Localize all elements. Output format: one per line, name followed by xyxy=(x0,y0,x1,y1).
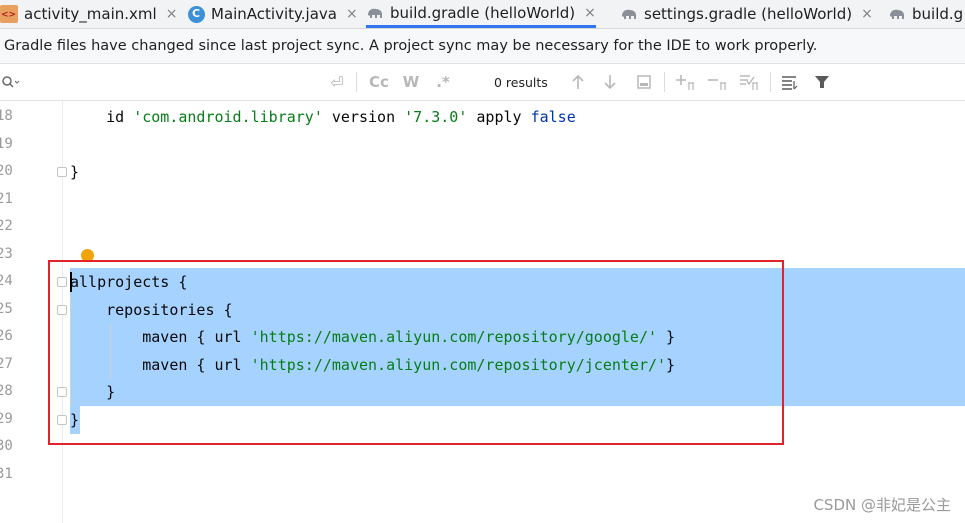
tab-label: settings.gradle (helloWorld) xyxy=(644,5,853,23)
code-line-20: } xyxy=(70,163,80,181)
filter-icon[interactable] xyxy=(810,64,834,100)
line-number: 22 xyxy=(0,218,13,234)
line-number: 30 xyxy=(0,438,13,454)
search-icon[interactable] xyxy=(0,64,22,100)
close-icon[interactable]: × xyxy=(584,5,596,21)
gradle-elephant-icon xyxy=(366,4,384,22)
match-case-button[interactable]: Cc xyxy=(366,64,392,100)
sort-icon[interactable] xyxy=(778,64,802,100)
line-number: 21 xyxy=(0,191,13,207)
watermark-text: CSDN @非妃是公主 xyxy=(813,496,951,514)
notification-text: Gradle files have changed since last pro… xyxy=(4,38,818,54)
line-number: 18 xyxy=(0,108,13,124)
tab-build-gradle-2[interactable]: build.g xyxy=(888,0,963,28)
down-arrow-icon[interactable] xyxy=(598,64,622,100)
line-number: 29 xyxy=(0,411,13,427)
add-occurrence-icon[interactable] xyxy=(672,64,698,100)
java-class-icon xyxy=(188,5,205,23)
search-input[interactable] xyxy=(24,64,324,100)
close-icon[interactable]: × xyxy=(346,6,358,22)
words-button[interactable]: W xyxy=(398,64,424,100)
code-line-18: id 'com.android.library' version '7.3.0'… xyxy=(70,108,576,126)
up-arrow-icon[interactable] xyxy=(566,64,590,100)
tab-activity-main-xml[interactable]: activity_main.xml × xyxy=(0,0,177,28)
toolbar-divider xyxy=(356,72,357,92)
fold-marker[interactable] xyxy=(57,167,67,177)
line-number: 27 xyxy=(0,356,13,372)
line-number: 31 xyxy=(0,466,13,482)
line-number: 28 xyxy=(0,383,13,399)
newline-icon[interactable]: ⏎ xyxy=(326,64,348,100)
line-number: 19 xyxy=(0,136,13,152)
toggle-selection-icon[interactable] xyxy=(736,64,762,100)
annotation-highlight-box xyxy=(48,260,784,445)
remove-occurrence-icon[interactable] xyxy=(704,64,730,100)
line-number: 26 xyxy=(0,328,13,344)
line-number: 20 xyxy=(0,163,13,179)
tab-label: MainActivity.java xyxy=(211,5,337,23)
close-icon[interactable]: × xyxy=(861,6,873,22)
select-all-icon[interactable] xyxy=(632,64,656,100)
editor-tab-bar: activity_main.xml × MainActivity.java × … xyxy=(0,0,965,29)
find-toolbar: ⏎ Cc W .* 0 results xyxy=(0,64,965,101)
gradle-sync-notification: Gradle files have changed since last pro… xyxy=(0,29,965,64)
gradle-elephant-icon xyxy=(888,5,906,23)
tab-build-gradle[interactable]: build.gradle (helloWorld) × xyxy=(366,0,596,28)
tab-label: build.gradle (helloWorld) xyxy=(390,3,576,22)
toolbar-divider xyxy=(770,72,771,92)
line-number: 25 xyxy=(0,301,13,317)
tab-label: build.g xyxy=(912,5,964,23)
line-number: 23 xyxy=(0,246,13,262)
line-number: 24 xyxy=(0,273,13,289)
gradle-elephant-icon xyxy=(620,5,638,23)
regex-button[interactable]: .* xyxy=(430,64,456,100)
xml-file-icon xyxy=(0,5,18,23)
tab-main-activity-java[interactable]: MainActivity.java × xyxy=(188,0,358,28)
search-results-count: 0 results xyxy=(494,74,548,90)
close-icon[interactable]: × xyxy=(166,6,178,22)
toolbar-divider xyxy=(664,72,665,92)
tab-label: activity_main.xml xyxy=(24,5,157,23)
tab-settings-gradle[interactable]: settings.gradle (helloWorld) × xyxy=(620,0,873,28)
